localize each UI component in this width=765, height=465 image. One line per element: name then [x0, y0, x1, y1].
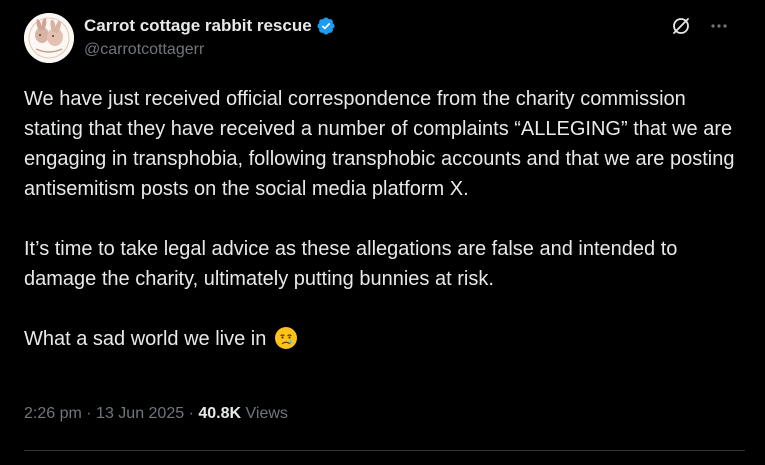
post-paragraph: What a sad world we live in [24, 324, 744, 354]
post-time[interactable]: 2:26 pm [24, 405, 82, 422]
divider [24, 450, 745, 451]
crying-face-emoji-icon [274, 326, 298, 350]
post-actions [671, 16, 729, 36]
post-text: We have just received official correspon… [24, 84, 744, 354]
author-handle[interactable]: @carrotcottagerr [84, 41, 336, 59]
grok-icon[interactable] [671, 16, 691, 36]
post-meta: 2:26 pm · 13 Jun 2025 · 40.8K Views [24, 405, 288, 423]
avatar[interactable] [24, 13, 74, 63]
views-count: 40.8K [198, 405, 242, 422]
author-display-name[interactable]: Carrot cottage rabbit rescue [84, 16, 312, 36]
verified-badge-icon[interactable] [316, 16, 336, 36]
author-info: Carrot cottage rabbit rescue @carrotcott… [84, 15, 336, 59]
meta-separator: · [86, 405, 92, 422]
post-paragraph-text: What a sad world we live in [24, 328, 267, 350]
more-options-icon[interactable] [709, 16, 729, 36]
post-paragraph: We have just received official correspon… [24, 88, 735, 200]
post-paragraph: It’s time to take legal advice as these … [24, 238, 678, 290]
author-name-row: Carrot cottage rabbit rescue [84, 15, 336, 37]
post-detail: Carrot cottage rabbit rescue @carrotcott… [0, 0, 765, 465]
meta-separator: · [188, 405, 194, 422]
post-date[interactable]: 13 Jun 2025 [96, 405, 184, 422]
rabbit-logo-icon [24, 13, 74, 63]
views-label: Views [245, 405, 288, 422]
